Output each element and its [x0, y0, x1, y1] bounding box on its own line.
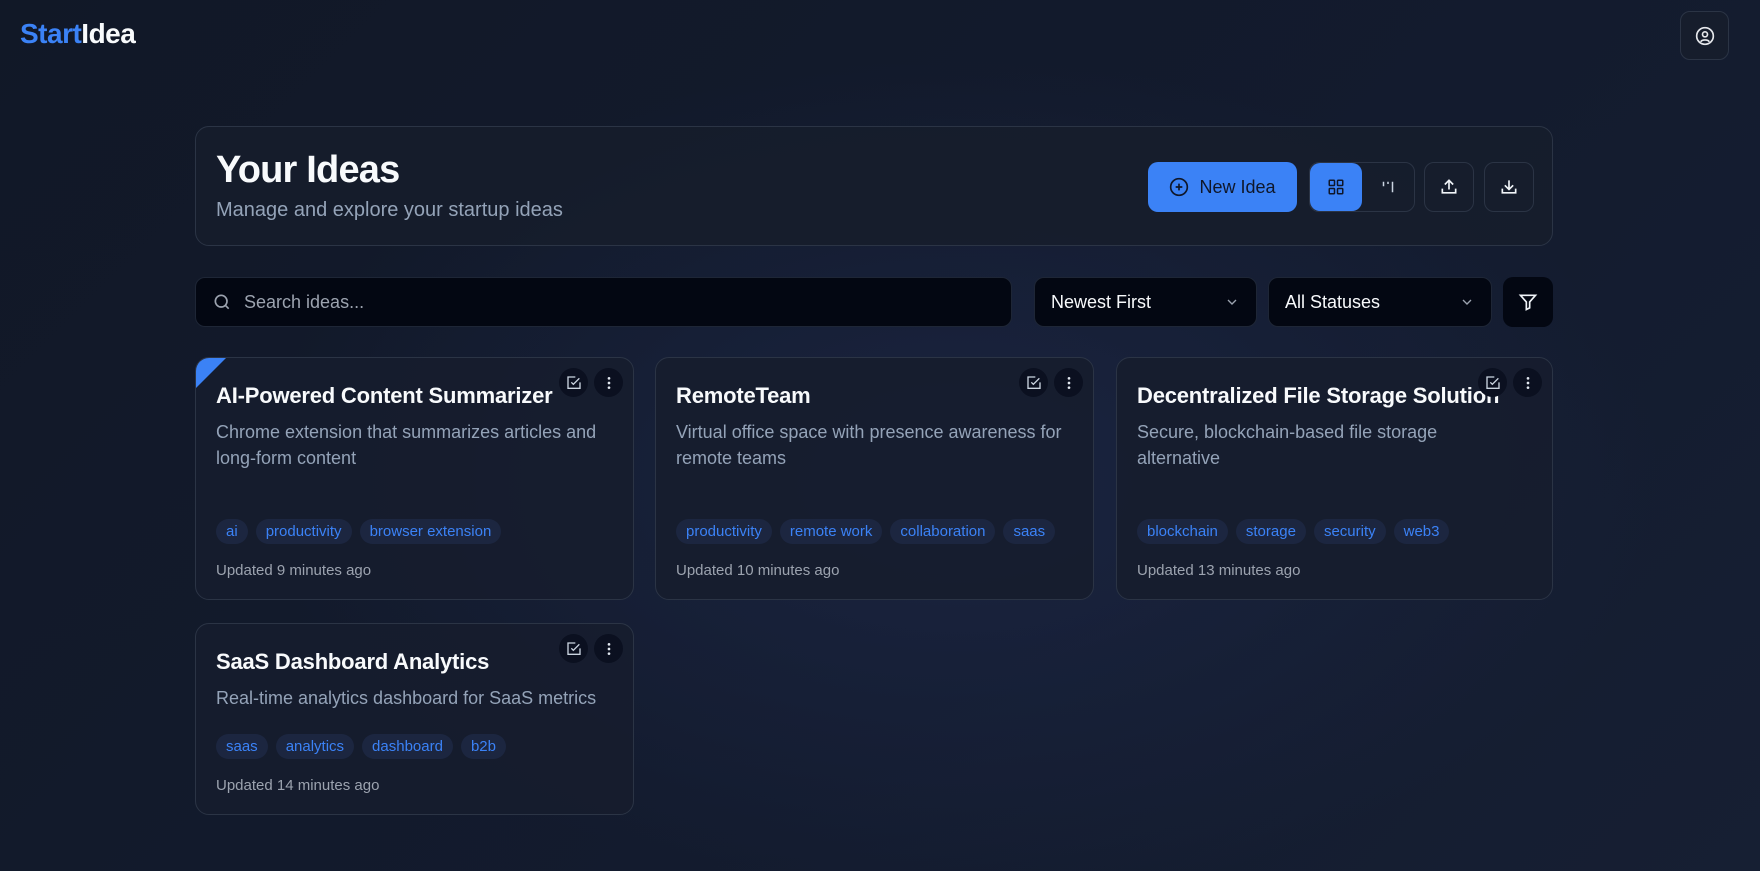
sort-select[interactable]: Newest First [1034, 277, 1257, 327]
logo-start: Start [20, 18, 82, 49]
updated-time: Updated 14 minutes ago [216, 777, 380, 794]
idea-card[interactable]: Decentralized File Storage Solution Secu… [1116, 357, 1553, 600]
more-options-button[interactable] [594, 634, 623, 663]
idea-title[interactable]: RemoteTeam [676, 383, 1073, 409]
more-vertical-icon [607, 376, 610, 389]
new-idea-label: New Idea [1199, 176, 1276, 197]
idea-card[interactable]: SaaS Dashboard Analytics Real-time analy… [195, 623, 634, 815]
more-vertical-icon [1526, 376, 1529, 389]
tag[interactable]: saas [1003, 519, 1056, 544]
more-vertical-icon [607, 642, 610, 655]
tag[interactable]: b2b [460, 734, 506, 759]
more-options-button[interactable] [1054, 368, 1083, 397]
select-checkbox[interactable] [1478, 368, 1507, 397]
new-idea-button[interactable]: New Idea [1148, 162, 1297, 212]
idea-description: Virtual office space with presence aware… [676, 422, 1062, 468]
chevron-down-icon [1227, 299, 1237, 305]
tag-list: blockchain storage security web3 [1137, 519, 1532, 544]
tag[interactable]: web3 [1393, 519, 1450, 544]
tag[interactable]: dashboard [362, 734, 453, 759]
tag[interactable]: productivity [255, 519, 352, 544]
tag[interactable]: security [1313, 519, 1386, 544]
tag[interactable]: browser extension [359, 519, 502, 544]
tag-list: saas analytics dashboard b2b [216, 734, 613, 759]
plus-circle-icon [1170, 177, 1189, 197]
idea-title[interactable]: SaaS Dashboard Analytics [216, 649, 613, 675]
updated-time: Updated 9 minutes ago [216, 562, 372, 579]
tag[interactable]: storage [1235, 519, 1306, 544]
checkbox-icon [566, 375, 581, 389]
user-profile-button[interactable] [1680, 11, 1729, 60]
export-button[interactable] [1484, 162, 1534, 212]
tag[interactable]: collaboration [890, 519, 996, 544]
idea-card[interactable]: RemoteTeam Virtual office space with pre… [655, 357, 1094, 600]
idea-description: Real-time analytics dashboard for SaaS m… [216, 688, 597, 708]
tag[interactable]: analytics [275, 734, 355, 759]
select-checkbox[interactable] [559, 634, 588, 663]
kanban-icon [1382, 181, 1394, 193]
user-circle-icon [1695, 26, 1714, 45]
idea-card[interactable]: AI-Powered Content Summarizer Chrome ext… [195, 357, 634, 600]
more-vertical-icon [1067, 376, 1070, 389]
updated-time: Updated 13 minutes ago [1137, 562, 1301, 579]
page-subtitle: Manage and explore your startup ideas [216, 199, 563, 221]
import-button[interactable] [1424, 162, 1474, 212]
checkbox-icon [566, 641, 581, 655]
highlight-corner [196, 358, 226, 388]
tag[interactable]: blockchain [1137, 519, 1228, 544]
more-options-button[interactable] [594, 368, 623, 397]
more-options-button[interactable] [1513, 368, 1542, 397]
upload-icon [1441, 179, 1457, 194]
filter-button[interactable] [1503, 277, 1553, 327]
idea-description: Secure, blockchain-based file storage al… [1137, 422, 1438, 468]
select-checkbox[interactable] [1019, 368, 1048, 397]
sort-value: Newest First [1051, 291, 1152, 312]
search-icon [214, 294, 230, 310]
status-select[interactable]: All Statuses [1268, 277, 1492, 327]
view-toggle [1309, 162, 1415, 212]
status-value: All Statuses [1285, 291, 1381, 312]
grid-icon [1328, 179, 1344, 195]
tag[interactable]: saas [216, 734, 268, 759]
search-field [195, 277, 1012, 327]
header-panel: Your Ideas Manage and explore your start… [195, 126, 1553, 246]
tag[interactable]: remote work [779, 519, 883, 544]
tag-list: productivity remote work collaboration saas [676, 519, 1073, 544]
idea-description: Chrome extension that summarizes article… [216, 422, 597, 468]
kanban-view-button[interactable] [1362, 163, 1414, 211]
logo-end: Idea [81, 18, 136, 49]
checkbox-icon [1485, 375, 1500, 389]
checkbox-icon [1026, 375, 1041, 389]
idea-title[interactable]: AI-Powered Content Summarizer [216, 383, 613, 409]
tag[interactable]: ai [216, 519, 248, 544]
filter-icon [1518, 294, 1538, 311]
tag[interactable]: productivity [676, 519, 772, 544]
download-icon [1501, 180, 1517, 194]
grid-view-button[interactable] [1310, 163, 1362, 211]
page-title: Your Ideas [216, 149, 400, 191]
updated-time: Updated 10 minutes ago [676, 562, 840, 579]
chevron-down-icon [1462, 299, 1472, 305]
select-checkbox[interactable] [559, 368, 588, 397]
logo[interactable]: StartIdea [20, 18, 136, 50]
idea-title[interactable]: Decentralized File Storage Solution [1137, 383, 1532, 409]
search-input[interactable] [244, 291, 944, 313]
tag-list: ai productivity browser extension [216, 519, 613, 544]
